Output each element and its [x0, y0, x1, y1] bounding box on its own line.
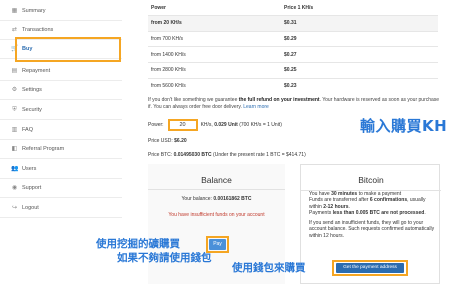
pay-highlight-box: Pay: [206, 236, 229, 253]
sidebar-item-settings[interactable]: ⚙ Settings: [0, 81, 122, 100]
shield-icon: ⛨: [12, 107, 17, 113]
power-units: 0.029 Unit: [214, 121, 238, 128]
logout-icon: ↪: [11, 205, 18, 211]
text-fragment: 6 confirmations: [369, 197, 408, 204]
table-row: from 1400 KH/s $0.27: [148, 46, 438, 62]
price-btc: Price BTC: 0.01495030 BTC (Under the pre…: [148, 152, 306, 158]
power-unit: KH/s,: [200, 121, 213, 128]
text-fragment: Payments: [309, 209, 333, 216]
refund-note: If you don't like something we guarantee…: [148, 97, 444, 111]
get-payment-address-button[interactable]: Get the payment address: [336, 263, 404, 273]
transactions-icon: ⇄: [11, 27, 18, 33]
power-cell: from 700 KH/s: [151, 36, 183, 43]
price-cell: $0.25: [284, 67, 297, 74]
sidebar-item-summary[interactable]: ▦ Summary: [0, 2, 122, 21]
referral-icon: ◧: [11, 146, 18, 152]
text-fragment: 30 minutes: [331, 191, 358, 197]
sidebar-item-repayment[interactable]: ▤ Repayment: [0, 62, 122, 81]
sidebar-item-logout[interactable]: ↪ Logout: [0, 199, 122, 218]
buy-highlight-box: [15, 37, 121, 62]
balance-title: Balance: [201, 175, 232, 185]
repayment-icon: ▤: [11, 68, 18, 74]
sidebar-item-support[interactable]: ◉ Support: [0, 179, 122, 198]
annotation-use-wallet: 使用錢包來購買: [232, 262, 306, 274]
note-text-bold: the full refund on your investment: [238, 97, 320, 103]
gear-icon: ⚙: [11, 87, 18, 93]
text-fragment: to make a payment: [357, 191, 402, 197]
table-row: from 5600 KH/s $0.23: [148, 77, 438, 94]
price-table: Power Price 1 KH/s from 20 KH/s $0.31 fr…: [148, 0, 438, 93]
sidebar-item-users[interactable]: 👥 Users: [0, 160, 122, 179]
price-cell: $0.31: [284, 20, 297, 27]
minimum-payment-text: Payments less than 0.005 BTC are not pro…: [309, 210, 437, 216]
price-btc-value: 0.01495030 BTC: [173, 152, 212, 158]
text-fragment: You have: [309, 191, 332, 197]
insufficient-send-text: If you send an insufficient funds, they …: [309, 220, 435, 239]
note-text-pre: If you don't like something we guarantee: [148, 97, 239, 103]
users-icon: 👥: [11, 166, 19, 172]
table-row: from 20 KH/s $0.31: [148, 15, 438, 31]
text-fragment: .: [348, 203, 350, 210]
power-label: Power:: [148, 121, 164, 128]
column-header-power: Power: [151, 4, 167, 11]
column-header-price: Price 1 KH/s: [284, 4, 314, 11]
sidebar-item-label: Support: [22, 185, 42, 191]
balance-label: Your balance:: [181, 196, 212, 202]
confirmations-text: Funds are transferred after 6 confirmati…: [309, 197, 437, 210]
annotation-enter-kh: 輸入購買KH: [360, 117, 448, 135]
sidebar-item-faq[interactable]: ▥ FAQ: [0, 121, 122, 140]
table-header: Power Price 1 KH/s: [148, 0, 438, 15]
sidebar-item-label: Logout: [22, 205, 39, 211]
balance-text: Your balance: 0.00161862 BTC: [148, 196, 285, 202]
power-cell: from 5600 KH/s: [151, 83, 186, 90]
price-usd-label: Price USD:: [148, 138, 173, 144]
text-fragment: Funds are transferred after: [309, 197, 370, 204]
summary-icon: ▦: [11, 8, 18, 14]
book-icon: ▥: [11, 127, 18, 133]
divider: [148, 189, 285, 190]
power-cell: from 2800 KH/s: [151, 67, 186, 74]
power-cell: from 1400 KH/s: [151, 51, 186, 58]
power-cell: from 20 KH/s: [151, 20, 182, 27]
bitcoin-title: Bitcoin: [358, 175, 384, 185]
sidebar-item-label: Repayment: [22, 68, 51, 74]
power-units-note: (700 KH/s = 1 Unit): [239, 121, 282, 128]
price-usd: Price USD: $6.20: [148, 138, 187, 144]
power-row: Power: 20 KH/s, 0.029 Unit (700 KH/s = 1…: [148, 118, 282, 131]
text-fragment: .: [424, 209, 426, 216]
sidebar-item-security[interactable]: ⛨ Security: [0, 101, 122, 120]
annotation-use-wallet-if-insufficient: 如果不夠請使用錢包: [117, 252, 212, 264]
sidebar-item-label: FAQ: [22, 127, 34, 133]
price-cell: $0.27: [284, 51, 297, 58]
price-usd-value: $6.20: [174, 138, 187, 144]
price-cell: $0.29: [284, 36, 297, 43]
bitcoin-instructions: You have 30 minutes to make a payment Fu…: [309, 191, 437, 243]
sidebar-item-label: Security: [22, 107, 42, 113]
learn-more-link[interactable]: Learn more: [243, 104, 269, 110]
pay-button[interactable]: Pay: [209, 239, 226, 250]
price-btc-note: (Under the present rate 1 BTC = $414.71): [213, 152, 306, 158]
annotation-use-mined: 使用挖掘的礦購買: [96, 238, 180, 250]
sidebar-item-label: Referral Program: [22, 146, 65, 152]
support-icon: ◉: [11, 185, 18, 191]
balance-value: 0.00161862 BTC: [213, 196, 252, 202]
sidebar-item-referral[interactable]: ◧ Referral Program: [0, 140, 122, 159]
table-row: from 2800 KH/s $0.25: [148, 62, 438, 78]
sidebar-item-label: Settings: [22, 87, 42, 93]
price-cell: $0.23: [284, 83, 297, 90]
table-row: from 700 KH/s $0.29: [148, 30, 438, 47]
price-btc-label: Price BTC:: [148, 152, 173, 158]
power-input[interactable]: 20: [167, 118, 198, 131]
payment-address-highlight-box: Get the payment address: [332, 260, 408, 276]
sidebar-item-label: Summary: [22, 8, 46, 14]
text-fragment: 2-12 hours: [323, 203, 349, 210]
insufficient-funds-warning: You have insufficient funds on your acco…: [168, 212, 265, 218]
text-fragment: less than 0.005 BTC are not processed: [332, 209, 425, 216]
sidebar-item-label: Transactions: [22, 27, 54, 33]
sidebar-item-label: Users: [22, 166, 37, 172]
